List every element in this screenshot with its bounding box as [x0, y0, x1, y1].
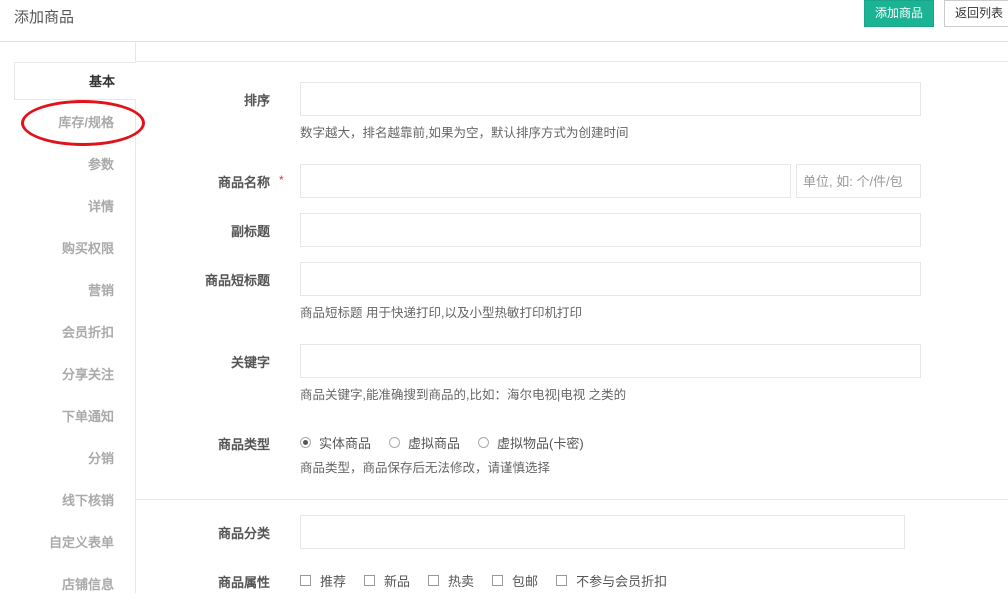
page-title: 添加商品 [14, 9, 75, 26]
sidebar-item-stock-spec[interactable]: 库存/规格 [14, 104, 134, 142]
radio-checked-icon[interactable] [300, 437, 311, 448]
attr-option-no-member-discount[interactable]: 不参与会员折扣 [556, 571, 667, 590]
attr-option-new[interactable]: 新品 [364, 571, 410, 590]
attr-option-label: 不参与会员折扣 [576, 574, 668, 589]
sidebar-item-marketing[interactable]: 营销 [14, 272, 134, 310]
sidebar-item-basic[interactable]: 基本 [14, 62, 136, 100]
type-option-label: 虚拟商品 [408, 436, 461, 451]
short-title-label: 商品短标题 [204, 273, 270, 288]
checkbox-icon[interactable] [364, 575, 376, 586]
product-type-help: 商品类型，商品保存后无法修改，请谨慎选择 [300, 461, 551, 475]
short-title-input[interactable] [300, 262, 921, 296]
content-top-border [135, 61, 1008, 62]
sidebar-item-shop-info[interactable]: 店铺信息 [14, 566, 134, 604]
checkbox-icon[interactable] [556, 575, 568, 586]
sidebar-item-distribution[interactable]: 分销 [14, 440, 134, 478]
attr-option-label: 新品 [384, 574, 411, 589]
attr-option-label: 包邮 [512, 574, 539, 589]
required-mark: * [279, 173, 284, 187]
attr-option-label: 推荐 [320, 574, 347, 589]
sidebar-item-custom-form[interactable]: 自定义表单 [14, 524, 134, 562]
category-select[interactable] [300, 515, 905, 549]
sidebar-item-params[interactable]: 参数 [14, 146, 134, 184]
attributes-label: 商品属性 [217, 575, 270, 590]
type-option-card[interactable]: 虚拟物品(卡密) [478, 433, 584, 452]
checkbox-icon[interactable] [428, 575, 440, 586]
category-label: 商品分类 [217, 526, 270, 541]
add-product-button[interactable]: 添加商品 [864, 0, 934, 27]
type-option-label: 虚拟物品(卡密) [497, 436, 584, 451]
type-option-physical[interactable]: 实体商品 [300, 433, 371, 452]
checkbox-icon[interactable] [492, 575, 504, 586]
checkbox-icon[interactable] [300, 575, 311, 586]
attr-option-free-shipping[interactable]: 包邮 [492, 571, 538, 590]
keywords-label: 关键字 [230, 355, 270, 370]
type-option-label: 实体商品 [319, 436, 372, 451]
attr-option-hot[interactable]: 热卖 [428, 571, 474, 590]
type-option-virtual[interactable]: 虚拟商品 [389, 433, 460, 452]
attr-option-recommend[interactable]: 推荐 [300, 571, 346, 590]
sidebar-item-details[interactable]: 详情 [14, 188, 134, 226]
back-to-list-button[interactable]: 返回列表 [944, 0, 1008, 27]
product-type-label: 商品类型 [217, 437, 270, 452]
keywords-input[interactable] [300, 344, 921, 378]
sort-label: 排序 [243, 93, 270, 108]
sidebar-item-member-discount[interactable]: 会员折扣 [14, 314, 134, 352]
product-type-radio-group: 实体商品 虚拟商品 虚拟物品(卡密) [300, 433, 602, 452]
subtitle-input[interactable] [300, 213, 921, 247]
keywords-help: 商品关键字,能准确搜到商品的,比如：海尔电视|电视 之类的 [300, 388, 627, 402]
section-divider [135, 499, 1008, 500]
sort-input[interactable] [300, 82, 921, 116]
sidebar-item-share-follow[interactable]: 分享关注 [14, 356, 134, 394]
attributes-checkbox-group: 推荐 新品 热卖 包邮 不参与会员折扣 [300, 571, 685, 590]
sidebar-item-order-notify[interactable]: 下单通知 [14, 398, 134, 436]
sidebar-item-purchase-permission[interactable]: 购买权限 [14, 230, 134, 268]
product-name-input[interactable] [300, 164, 791, 198]
product-name-label: 商品名称 [217, 175, 270, 190]
unit-input[interactable] [796, 164, 921, 198]
subtitle-label: 副标题 [230, 224, 270, 239]
sidebar-item-offline-verify[interactable]: 线下核销 [14, 482, 134, 520]
sort-help: 数字越大，排名越靠前,如果为空，默认排序方式为创建时间 [300, 126, 629, 140]
attr-option-label: 热卖 [448, 574, 475, 589]
top-bar: 添加商品 添加商品 返回列表 [0, 0, 1008, 42]
radio-icon[interactable] [478, 437, 490, 448]
short-title-help: 商品短标题 用于快递打印,以及小型热敏打印机打印 [300, 306, 582, 320]
radio-icon[interactable] [389, 437, 401, 448]
